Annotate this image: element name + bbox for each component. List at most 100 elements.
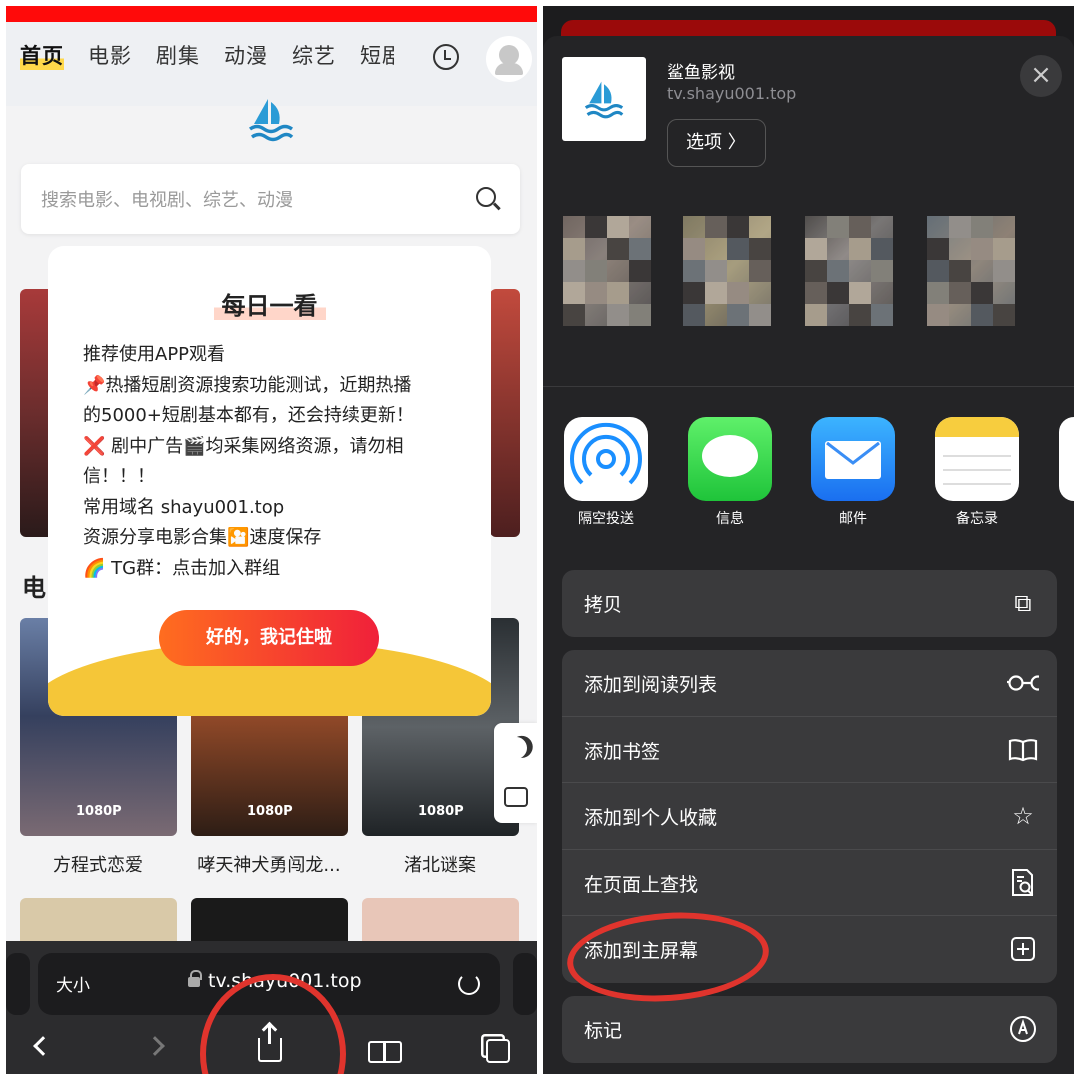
pixel-block bbox=[563, 216, 585, 238]
copy-icon: ⧉ bbox=[1014, 589, 1032, 617]
contact-avatar-1[interactable] bbox=[563, 216, 651, 326]
pixel-block bbox=[849, 260, 871, 282]
pixel-block bbox=[849, 238, 871, 260]
back-icon[interactable] bbox=[33, 1036, 53, 1056]
modal-body: 推荐使用APP观看 📌热播短剧资源搜索功能测试，近期热播 的5000+短剧基本都… bbox=[83, 340, 463, 584]
movie-title-2[interactable]: 哮天神犬勇闯龙... bbox=[189, 851, 349, 877]
pixel-block bbox=[827, 282, 849, 304]
bookmarks-book-icon[interactable] bbox=[368, 1041, 402, 1063]
pixel-block bbox=[993, 304, 1015, 326]
quality-badge: 1080P bbox=[76, 804, 122, 819]
pixel-block bbox=[849, 304, 871, 326]
action-markup[interactable]: 标记 bbox=[562, 996, 1057, 1063]
app-label: 备忘录 bbox=[956, 511, 998, 527]
modal-line-share[interactable]: 资源分享电影合集🎦速度保存 bbox=[83, 523, 463, 554]
pixel-block bbox=[683, 238, 705, 260]
quality-badge: 1080P bbox=[418, 804, 464, 819]
pixel-block bbox=[585, 282, 607, 304]
nav-home[interactable]: 首页 bbox=[20, 40, 64, 70]
notes-icon[interactable] bbox=[935, 417, 1019, 501]
action-add-reading-list[interactable]: 添加到阅读列表 bbox=[562, 650, 1057, 717]
pixel-block bbox=[993, 216, 1015, 238]
text-size-button[interactable]: 大小 bbox=[56, 971, 90, 996]
pixel-block bbox=[993, 238, 1015, 260]
modal-line-tg[interactable]: 🌈 TG群：点击加入群组 bbox=[83, 554, 463, 585]
dark-mode-moon-icon[interactable] bbox=[502, 734, 530, 762]
pixel-block bbox=[683, 260, 705, 282]
divider bbox=[543, 386, 1074, 387]
contact-avatar-3[interactable] bbox=[805, 216, 893, 326]
share-title: 鲨鱼影视 bbox=[667, 63, 735, 83]
history-clock-icon[interactable] bbox=[433, 44, 459, 70]
pixel-block bbox=[871, 260, 893, 282]
pixel-block bbox=[607, 260, 629, 282]
pixel-block bbox=[629, 260, 651, 282]
tabs-icon[interactable] bbox=[486, 1039, 510, 1063]
pixel-block bbox=[805, 238, 827, 260]
prev-tab-peek[interactable] bbox=[6, 953, 30, 1015]
pixel-block bbox=[805, 282, 827, 304]
action-copy[interactable]: 拷贝 ⧉ bbox=[562, 570, 1057, 637]
search-placeholder: 搜索电影、电视剧、综艺、动漫 bbox=[41, 190, 293, 211]
search-icon[interactable] bbox=[476, 187, 496, 207]
action-label: 拷贝 bbox=[584, 594, 623, 616]
pixel-block bbox=[927, 282, 949, 304]
modal-line-domain[interactable]: 常用域名 shayu001.top bbox=[83, 493, 463, 524]
reminders-icon-partial[interactable] bbox=[1059, 417, 1074, 501]
book-icon bbox=[1007, 734, 1039, 766]
pixel-block bbox=[585, 238, 607, 260]
pixel-block bbox=[971, 216, 993, 238]
pixel-block bbox=[949, 238, 971, 260]
pixel-block bbox=[705, 216, 727, 238]
search-bar[interactable]: 搜索电影、电视剧、综艺、动漫 bbox=[21, 164, 520, 234]
pixel-block bbox=[727, 282, 749, 304]
pixel-block bbox=[607, 282, 629, 304]
movie-title-1[interactable]: 方程式恋爱 bbox=[18, 851, 178, 877]
action-group-markup: 标记 bbox=[562, 996, 1057, 1063]
pixel-block bbox=[705, 304, 727, 326]
mail-icon[interactable] bbox=[811, 417, 895, 501]
action-add-favorites[interactable]: 添加到个人收藏 ☆ bbox=[562, 783, 1057, 850]
action-find-on-page[interactable]: 在页面上查找 bbox=[562, 850, 1057, 916]
website-screenshot: 首页 电影 剧集 动漫 综艺 短剧 搜索电影、电视剧、综艺、动漫 电 1080P… bbox=[6, 6, 537, 1074]
pixel-block bbox=[871, 238, 893, 260]
nav-movies[interactable]: 电影 bbox=[88, 40, 132, 70]
nav-variety[interactable]: 综艺 bbox=[292, 40, 336, 70]
shark-logo-icon bbox=[246, 96, 296, 146]
pixel-block bbox=[683, 304, 705, 326]
messages-icon[interactable] bbox=[688, 417, 772, 501]
pixel-block bbox=[749, 282, 771, 304]
reload-icon[interactable] bbox=[458, 973, 480, 995]
pixel-block bbox=[971, 238, 993, 260]
modal-line: 📌热播短剧资源搜索功能测试，近期热播 bbox=[83, 374, 412, 396]
action-add-bookmark[interactable]: 添加书签 bbox=[562, 717, 1057, 783]
nav-series[interactable]: 剧集 bbox=[156, 40, 200, 70]
pixel-block bbox=[871, 216, 893, 238]
next-tab-peek[interactable] bbox=[513, 953, 537, 1015]
pixel-block bbox=[749, 260, 771, 282]
floating-tools bbox=[494, 723, 537, 823]
pixel-block bbox=[949, 282, 971, 304]
options-button[interactable]: 选项 〉 bbox=[667, 119, 766, 167]
pixel-block bbox=[727, 238, 749, 260]
movie-title-3[interactable]: 渚北谜案 bbox=[360, 851, 520, 877]
nav-short[interactable]: 短剧 bbox=[360, 40, 394, 70]
pixel-block bbox=[585, 216, 607, 238]
close-icon[interactable]: × bbox=[1020, 55, 1062, 97]
contact-avatar-4[interactable] bbox=[927, 216, 1015, 326]
pixel-block bbox=[827, 260, 849, 282]
action-label: 添加到个人收藏 bbox=[584, 807, 718, 829]
pixel-block bbox=[949, 260, 971, 282]
banner-right[interactable] bbox=[490, 289, 520, 537]
ok-button[interactable]: 好的，我记住啦 bbox=[159, 610, 379, 666]
pixel-block bbox=[727, 304, 749, 326]
contact-avatar-2[interactable] bbox=[683, 216, 771, 326]
user-avatar-icon[interactable] bbox=[486, 36, 532, 82]
markup-icon bbox=[1007, 1013, 1039, 1045]
nav-anime[interactable]: 动漫 bbox=[224, 40, 268, 70]
feedback-icon[interactable] bbox=[504, 787, 528, 807]
share-url: tv.shayu001.top bbox=[667, 84, 797, 103]
pixel-block bbox=[585, 260, 607, 282]
airdrop-icon[interactable] bbox=[564, 417, 648, 501]
action-label: 在页面上查找 bbox=[584, 873, 699, 896]
